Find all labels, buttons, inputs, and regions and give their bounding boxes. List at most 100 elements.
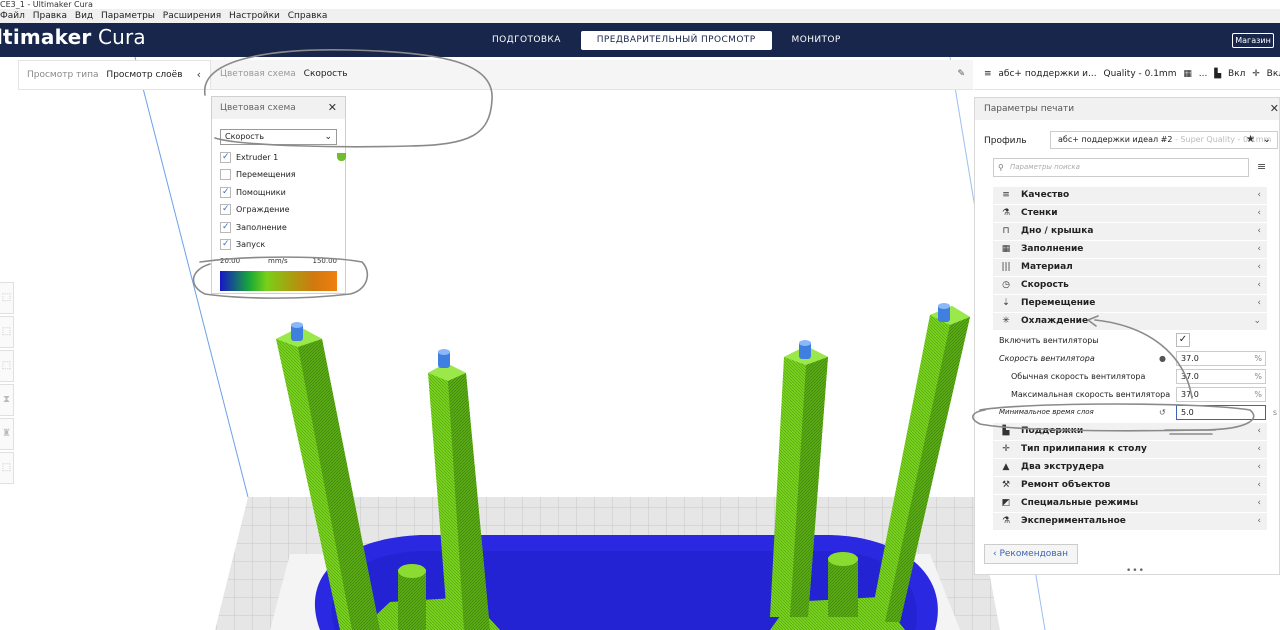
starts-toggle[interactable]: Запуск bbox=[220, 238, 265, 253]
marketplace-button[interactable]: Магазин bbox=[1232, 33, 1274, 48]
checkbox-helpers[interactable] bbox=[220, 186, 231, 198]
window-title: CE3_1 - Ultimaker Cura bbox=[0, 0, 1280, 9]
travels-toggle[interactable]: Перемещения bbox=[220, 169, 296, 183]
per-model-settings-icon[interactable]: ♜ bbox=[0, 418, 14, 450]
fan-max-input[interactable]: 37.0% bbox=[1176, 387, 1266, 402]
tab-preview[interactable]: ПРЕДВАРИТЕЛЬНЫЙ ПРОСМОТР bbox=[580, 31, 772, 50]
print-setup-bar[interactable]: ≡ абс+ поддержки и... Quality - 0.1mm ▦ … bbox=[974, 60, 1280, 90]
legend-min: 20.00 bbox=[220, 257, 241, 265]
helpers-toggle[interactable]: Помощники bbox=[220, 186, 286, 201]
close-icon[interactable]: ✕ bbox=[328, 97, 337, 119]
stage-tabs: ПОДГОТОВКА ПРЕДВАРИТЕЛЬНЫЙ ПРОСМОТР МОНИ… bbox=[480, 31, 853, 50]
hamburger-menu-icon[interactable]: ≡ bbox=[1257, 160, 1266, 173]
category-travel[interactable]: ⇣ Перемещение ‹ bbox=[993, 295, 1267, 312]
category-infill[interactable]: ▦ Заполнение ‹ bbox=[993, 241, 1267, 258]
menu-help[interactable]: Справка bbox=[288, 11, 328, 21]
legend-unit: mm/s bbox=[268, 257, 288, 265]
color-scheme-dropdown-value: Скорость bbox=[225, 132, 265, 141]
color-scheme-panel: Цветовая схема ✕ Скорость ⌄ Extruder 1 П… bbox=[211, 96, 346, 294]
category-dual-extrusion[interactable]: ▲ Два экструдера ‹ bbox=[993, 459, 1267, 476]
resize-handle[interactable]: ••• bbox=[1126, 566, 1145, 576]
category-quality[interactable]: ≡ Качество ‹ bbox=[993, 187, 1267, 204]
quality-icon: ≡ bbox=[1002, 190, 1010, 200]
reset-icon[interactable]: ↺ bbox=[1159, 404, 1166, 421]
checkbox-travels[interactable] bbox=[220, 169, 231, 180]
chevron-left-icon[interactable]: ‹ bbox=[197, 61, 201, 89]
star-icon[interactable]: ★ bbox=[1246, 132, 1255, 148]
support-icon: ▙ bbox=[1214, 69, 1222, 79]
travel-icon: ⇣ bbox=[1002, 298, 1010, 308]
menu-extensions[interactable]: Расширения bbox=[163, 11, 221, 21]
profile-label: Профиль bbox=[984, 136, 1027, 146]
profile-quality: - Super Quality - 0.1mm bbox=[1172, 135, 1272, 144]
category-cooling[interactable]: ✳ Охлаждение ⌄ bbox=[993, 313, 1267, 330]
special-modes-icon: ◩ bbox=[1001, 498, 1011, 508]
support-icon: ▙ bbox=[1002, 426, 1010, 436]
chevron-left-icon: ‹ bbox=[1257, 280, 1261, 290]
view-type-selector[interactable]: Просмотр типа Просмотр слоёв ‹ bbox=[18, 60, 211, 90]
color-scheme-panel-header: Цветовая схема ✕ bbox=[212, 97, 345, 119]
mirror-tool-icon[interactable]: ⧗ bbox=[0, 384, 14, 416]
checkbox-infill[interactable] bbox=[220, 221, 231, 233]
category-material[interactable]: ||| Материал ‹ bbox=[993, 259, 1267, 276]
support-blocker-icon[interactable]: ⬚ bbox=[0, 452, 14, 484]
settings-search-input[interactable]: ⚲ Параметры поиска bbox=[993, 158, 1249, 177]
color-scheme-dropdown[interactable]: Скорость ⌄ bbox=[220, 129, 337, 145]
checkbox-starts[interactable] bbox=[220, 238, 231, 250]
color-scheme-panel-title: Цветовая схема bbox=[220, 103, 296, 113]
category-special-modes[interactable]: ◩ Специальные режимы ‹ bbox=[993, 495, 1267, 512]
chevron-left-icon: ‹ bbox=[1257, 480, 1261, 490]
color-scheme-bar[interactable]: Цветовая схема Скорость ✎ bbox=[211, 60, 973, 90]
category-adhesion[interactable]: ✛ Тип прилипания к столу ‹ bbox=[993, 441, 1267, 458]
close-icon[interactable]: ✕ bbox=[1270, 98, 1279, 120]
fan-speed-input[interactable]: 37.0% bbox=[1176, 351, 1266, 366]
mesh-fix-icon: ⚒ bbox=[1001, 480, 1011, 490]
infill-toggle[interactable]: Заполнение bbox=[220, 221, 287, 236]
menu-bar: Файл Правка Вид Параметры Расширения Нас… bbox=[0, 9, 1280, 23]
menu-edit[interactable]: Правка bbox=[33, 11, 67, 21]
menu-settings[interactable]: Параметры bbox=[101, 11, 155, 21]
chevron-left-icon: ‹ bbox=[1257, 426, 1261, 436]
app-header: ltimaker Cura ПОДГОТОВКА ПРЕДВАРИТЕЛЬНЫЙ… bbox=[0, 23, 1280, 57]
min-layer-time-input[interactable]: 5.0 s bbox=[1176, 405, 1277, 420]
scale-tool-icon[interactable]: ⬚ bbox=[0, 316, 14, 348]
print-settings-title: Параметры печати bbox=[984, 104, 1075, 114]
menu-file[interactable]: Файл bbox=[0, 11, 25, 21]
tab-monitor[interactable]: МОНИТОР bbox=[780, 31, 853, 50]
category-support[interactable]: ▙ Поддержки ‹ bbox=[993, 423, 1267, 440]
info-icon[interactable]: ● bbox=[1159, 350, 1166, 367]
chevron-left-icon: ‹ bbox=[1257, 262, 1261, 272]
category-experimental[interactable]: ⚗ Экспериментальное ‹ bbox=[993, 513, 1267, 530]
chevron-left-icon: ‹ bbox=[1257, 298, 1261, 308]
pencil-icon[interactable]: ✎ bbox=[957, 60, 965, 88]
chevron-left-icon: ‹ bbox=[1257, 462, 1261, 472]
category-top-bottom[interactable]: ⊓ Дно / крышка ‹ bbox=[993, 223, 1267, 240]
checkbox-extruder[interactable] bbox=[220, 151, 231, 163]
menu-view[interactable]: Вид bbox=[75, 11, 93, 21]
category-walls[interactable]: ⚗ Стенки ‹ bbox=[993, 205, 1267, 222]
menu-preferences[interactable]: Настройки bbox=[229, 11, 280, 21]
tab-prepare[interactable]: ПОДГОТОВКА bbox=[480, 31, 573, 50]
category-speed[interactable]: ◷ Скорость ‹ bbox=[993, 277, 1267, 294]
top-bottom-icon: ⊓ bbox=[1002, 226, 1010, 236]
category-mesh-fixes[interactable]: ⚒ Ремонт объектов ‹ bbox=[993, 477, 1267, 494]
move-tool-icon[interactable]: ⬚ bbox=[0, 282, 14, 314]
fan-enable-checkbox[interactable]: ✓ bbox=[1176, 333, 1190, 347]
recommended-button[interactable]: ‹ Рекомендован bbox=[984, 544, 1078, 564]
walls-icon: ⚗ bbox=[1001, 208, 1011, 218]
dual-extrusion-icon: ▲ bbox=[1002, 462, 1010, 472]
extruder-toggle[interactable]: Extruder 1 bbox=[220, 151, 346, 166]
checkbox-shell[interactable] bbox=[220, 203, 231, 215]
adhesion-icon: ✛ bbox=[1002, 444, 1010, 454]
rotate-tool-icon[interactable]: ⬚ bbox=[0, 350, 14, 382]
fan-enable-label: Включить вентиляторы bbox=[999, 336, 1099, 345]
chevron-down-icon: ⌄ bbox=[324, 132, 332, 142]
shell-toggle[interactable]: Ограждение bbox=[220, 203, 290, 218]
adhesion-icon: ✛ bbox=[1252, 69, 1260, 79]
profile-dropdown[interactable]: абс+ поддержки идеал #2 - Super Quality … bbox=[1050, 131, 1278, 149]
view-type-value: Просмотр слоёв bbox=[106, 70, 183, 80]
infill-icon: ▦ bbox=[1001, 244, 1011, 254]
chevron-down-icon: ⌄ bbox=[1262, 134, 1271, 145]
fan-normal-input[interactable]: 37.0% bbox=[1176, 369, 1266, 384]
chevron-left-icon: ‹ bbox=[1257, 226, 1261, 236]
